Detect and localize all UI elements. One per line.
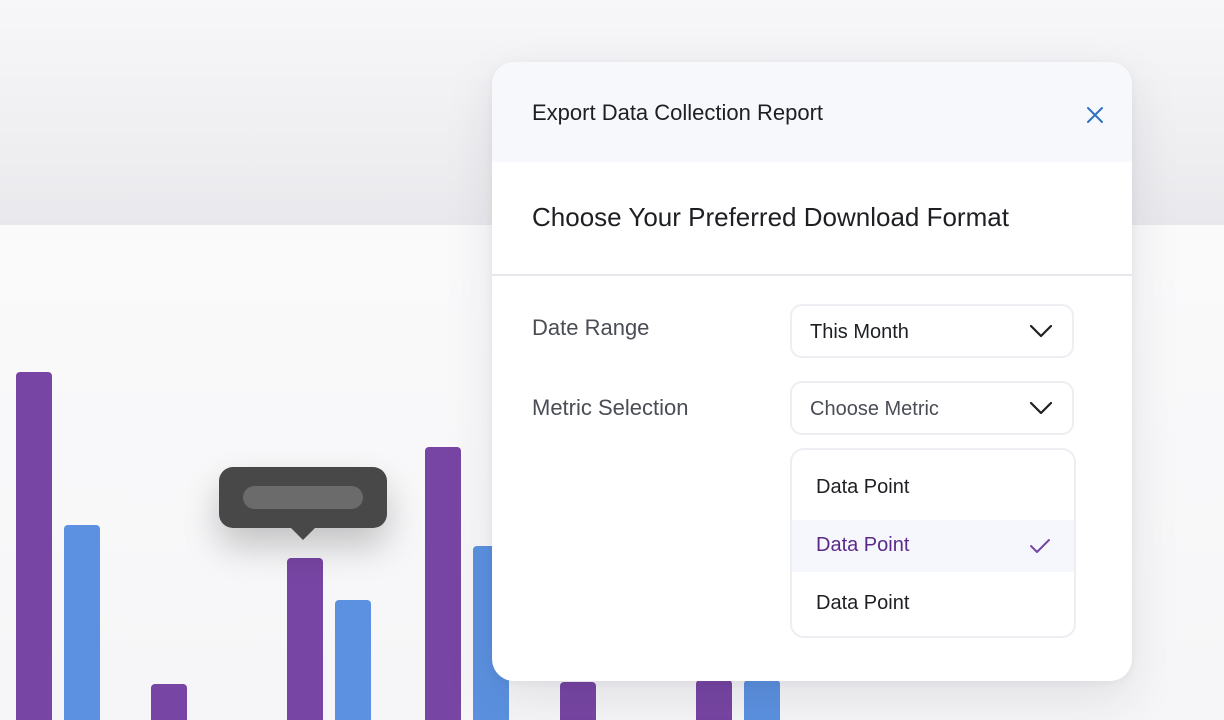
date-range-value: This Month [810, 321, 909, 343]
date-range-label: Date Range [532, 315, 650, 340]
chart-bar [696, 680, 732, 720]
metric-select[interactable]: Choose Metric [790, 381, 1074, 435]
chart-bar [335, 600, 371, 720]
dropdown-option-selected[interactable]: Data Point [792, 520, 1074, 572]
chart-bar [744, 680, 780, 720]
export-modal: Export Data Collection Report Choose You… [492, 62, 1132, 681]
chart-bar [287, 558, 323, 720]
chart-bar [425, 447, 461, 720]
option-label: Data Point [816, 476, 910, 498]
chart-bar [560, 682, 596, 720]
dropdown-option[interactable]: Data Point [792, 462, 1074, 514]
option-label: Data Point [816, 592, 910, 614]
chart-bar [64, 525, 100, 720]
metric-dropdown-list: Data Point Data Point Data Point [790, 448, 1076, 638]
metric-selection-label: Metric Selection [532, 395, 689, 420]
close-icon [1087, 107, 1103, 123]
modal-header: Export Data Collection Report [492, 62, 1132, 162]
option-label: Data Point [816, 534, 910, 556]
close-button[interactable] [1080, 100, 1110, 130]
date-range-select[interactable]: This Month [790, 304, 1074, 358]
chart-tooltip [219, 467, 387, 540]
check-icon [1030, 539, 1050, 553]
chevron-down-icon [1029, 324, 1053, 338]
chart-bar [16, 372, 52, 720]
chart-bar [151, 684, 187, 720]
tooltip-placeholder-bar [243, 486, 363, 509]
chevron-down-icon [1029, 401, 1053, 415]
metric-placeholder: Choose Metric [810, 398, 939, 420]
divider [492, 274, 1132, 276]
dropdown-option[interactable]: Data Point [792, 578, 1074, 630]
modal-title: Export Data Collection Report [532, 100, 824, 125]
section-heading: Choose Your Preferred Download Format [532, 202, 1009, 232]
